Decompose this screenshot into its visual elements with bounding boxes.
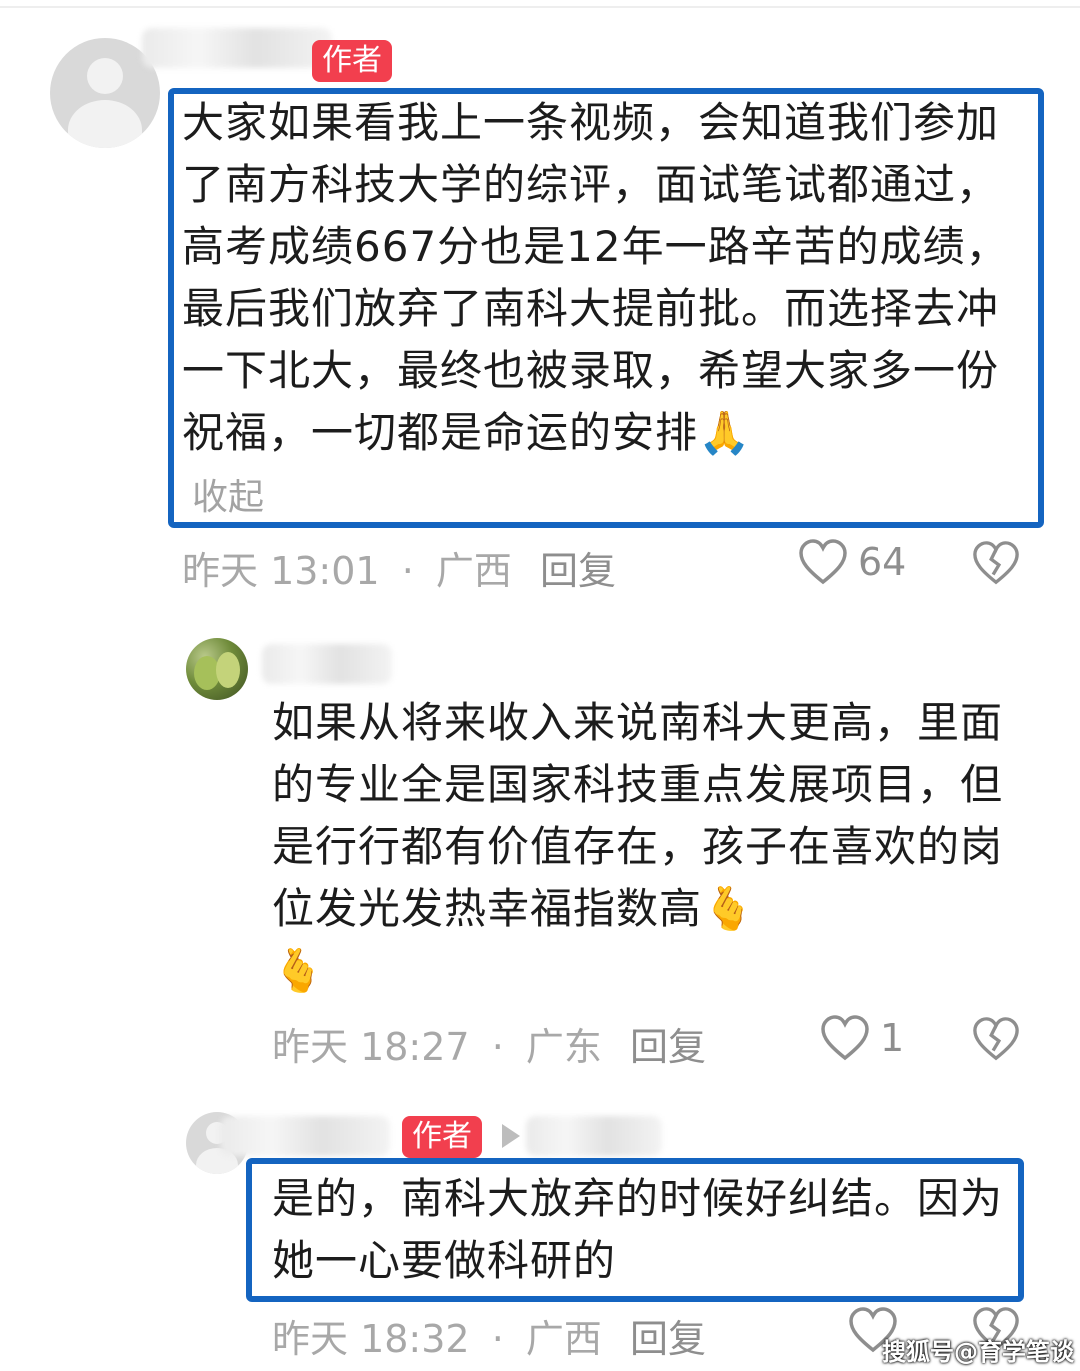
- timestamp: 昨天 13:01: [182, 549, 380, 593]
- comment-meta: 昨天 13:01 · 广西: [182, 540, 512, 595]
- broken-heart-icon[interactable]: [972, 1016, 1020, 1064]
- comment-text: 如果从将来收入来说南科大更高，里面的专业全是国家科技重点发展项目，但是行行都有价…: [272, 698, 1004, 995]
- avatar[interactable]: [186, 638, 248, 700]
- finger-heart-emoji: 🫰: [272, 946, 326, 995]
- comment-text: 大家如果看我上一条视频，会知道我们参加了南方科技大学的综评，面试笔试都通过，高考…: [182, 98, 1009, 457]
- like-count: 1: [880, 1016, 905, 1060]
- meta-separator: ·: [491, 1025, 504, 1069]
- comment-meta: 昨天 18:32 · 广西: [272, 1308, 602, 1363]
- location: 广西: [525, 1317, 602, 1361]
- like-count: 64: [858, 540, 907, 584]
- author-badge: 作者: [402, 1116, 482, 1158]
- comment-meta: 昨天 18:27 · 广东: [272, 1016, 602, 1071]
- reply-button[interactable]: 回复: [630, 1016, 706, 1071]
- timestamp: 昨天 18:27: [272, 1025, 470, 1069]
- location: 广西: [435, 549, 512, 593]
- reply-arrow-icon: [502, 1124, 520, 1148]
- finger-heart-emoji: 🫰: [702, 884, 756, 933]
- praying-hands-emoji: 🙏: [698, 408, 752, 457]
- timestamp: 昨天 18:32: [272, 1317, 470, 1361]
- top-divider: [0, 6, 1080, 8]
- comment-text: 是的，南科大放弃的时候好纠结。因为她一心要做科研的: [272, 1174, 1004, 1285]
- meta-separator: ·: [401, 549, 414, 593]
- reply-button[interactable]: 回复: [630, 1308, 706, 1363]
- heart-outline-icon[interactable]: [798, 538, 848, 588]
- reply-to-username-blurred[interactable]: [526, 1116, 662, 1156]
- username-blurred[interactable]: [220, 1116, 390, 1156]
- author-badge: 作者: [312, 40, 392, 82]
- broken-heart-icon[interactable]: [972, 540, 1020, 588]
- reply-button[interactable]: 回复: [540, 540, 616, 595]
- username-blurred[interactable]: [142, 28, 332, 68]
- watermark: 搜狐号@育学笔谈: [882, 1338, 1074, 1366]
- heart-outline-icon[interactable]: [820, 1014, 870, 1064]
- collapse-link[interactable]: 收起: [192, 468, 264, 520]
- location: 广东: [525, 1025, 602, 1069]
- meta-separator: ·: [491, 1317, 504, 1361]
- username-blurred[interactable]: [262, 644, 392, 684]
